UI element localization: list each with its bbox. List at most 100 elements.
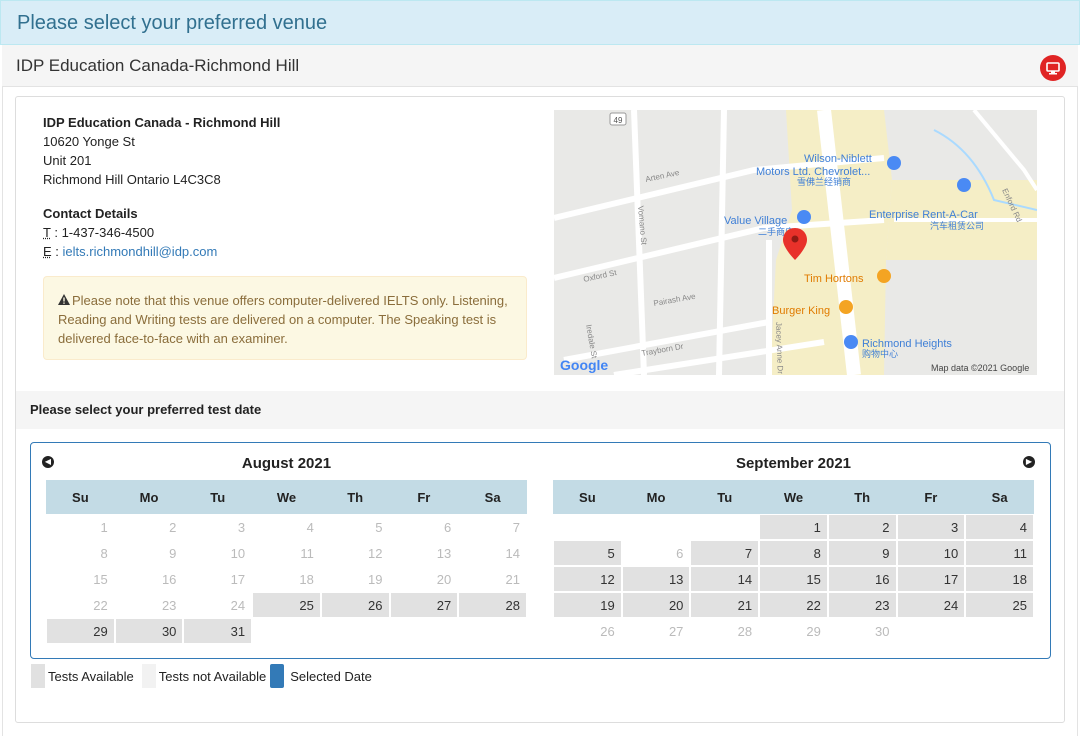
calendar-august: Su Mo Tu We Th Fr Sa 1 2 3 4 5 6 7 8 9 10 11 12 13 14 15 16 17 1…: [46, 480, 527, 644]
calendar-day-available[interactable]: 24: [896, 592, 966, 618]
legend-selected: Selected Date: [270, 664, 372, 688]
calendar-day-available[interactable]: 13: [621, 566, 691, 592]
calendar-day-available[interactable]: 5: [553, 540, 622, 566]
calendar-day-available[interactable]: 28: [458, 592, 527, 618]
calendar-day-unavailable: 9: [114, 540, 184, 566]
warning-icon: [58, 291, 72, 310]
weekday-header: Sa: [965, 480, 1034, 514]
calendar-day-available[interactable]: 31: [183, 618, 253, 644]
calendar-week-row: 26 27 28 29 30: [553, 618, 1034, 644]
weekday-header: Th: [320, 480, 390, 514]
calendar-day-available[interactable]: 25: [965, 592, 1034, 618]
calendar-day-unavailable: 23: [114, 592, 184, 618]
calendar-day-available[interactable]: 25: [252, 592, 321, 618]
map-poi-enterprise-1: Enterprise Rent-A-Car: [869, 209, 978, 221]
calendar-week-row: 12 13 14 15 16 17 18: [553, 566, 1034, 592]
calendar-empty-cell: [621, 514, 691, 540]
calendar-day-unavailable: 1: [46, 514, 115, 540]
calendar-week-row: 15 16 17 18 19 20 21: [46, 566, 527, 592]
calendar-day-available[interactable]: 10: [896, 540, 966, 566]
calendar-empty-cell: [389, 618, 459, 644]
calendar-day-available[interactable]: 2: [827, 514, 897, 540]
weekday-header: Th: [827, 480, 897, 514]
calendar-day-unavailable: 2: [114, 514, 184, 540]
calendar-day-available[interactable]: 18: [965, 566, 1034, 592]
calendar-day-available[interactable]: 30: [114, 618, 184, 644]
calendar-day-available[interactable]: 7: [690, 540, 760, 566]
month-title-september: September 2021: [735, 455, 852, 472]
calendar-week-row: 1234: [553, 514, 1034, 540]
calendar-day-available[interactable]: 17: [896, 566, 966, 592]
calendar-day-unavailable: 16: [114, 566, 184, 592]
calendar-empty-cell: [553, 514, 622, 540]
calendar-day-available[interactable]: 26: [320, 592, 390, 618]
calendar-week-row: 1234567: [46, 514, 527, 540]
legend-not-available-label: Tests not Available: [158, 668, 267, 684]
email-link[interactable]: ielts.richmondhill@idp.com: [63, 244, 218, 259]
weekday-header: Tu: [183, 480, 253, 514]
car-dealer-icon: [887, 156, 901, 170]
page-title: Please select your preferred venue: [17, 12, 328, 34]
map-street-jacey: Jacey Anne Dr: [774, 322, 785, 375]
weekday-header: Tu: [690, 480, 760, 514]
calendar-day-available[interactable]: 22: [759, 592, 828, 618]
car-rental-icon: [957, 178, 971, 192]
calendar-day-unavailable: 18: [252, 566, 321, 592]
map-poi-tim: Tim Hortons: [804, 273, 864, 285]
calendar-day-available[interactable]: 14: [690, 566, 760, 592]
calendar-week-row: 29 30 31: [46, 618, 527, 644]
map-poi-wilson-1: Wilson-Niblett: [804, 153, 872, 165]
map-poi-value-1: Value Village: [724, 215, 787, 227]
calendar-week-row: 5 6 7 8 9 10 11: [553, 540, 1034, 566]
calendar-day-available[interactable]: 3: [896, 514, 966, 540]
calendar-day-available[interactable]: 23: [827, 592, 897, 618]
calendar-day-unavailable: 12: [320, 540, 390, 566]
calendar-day-unavailable: 3: [183, 514, 253, 540]
weekday-header: We: [759, 480, 828, 514]
calendar-day-unavailable: 13: [389, 540, 459, 566]
calendar-day-available[interactable]: 9: [827, 540, 897, 566]
map-poi-heights-2: 购物中心: [862, 348, 898, 359]
calendar-day-available[interactable]: 8: [759, 540, 828, 566]
mall-icon: [844, 335, 858, 349]
calendar-week-row: 19 20 21 22 23 24 25: [553, 592, 1034, 618]
calendar-day-available[interactable]: 16: [827, 566, 897, 592]
calendar-day-available[interactable]: 11: [965, 540, 1034, 566]
date-selection-header: Please select your preferred test date: [16, 391, 1064, 429]
calendar-empty-cell: [458, 618, 527, 644]
map-poi-wilson-3: 雪佛兰经销商: [797, 176, 851, 187]
calendar-legend: Tests Available Tests not Available Sele…: [31, 664, 376, 688]
computer-delivered-notice: Please note that this venue offers compu…: [43, 276, 527, 360]
phone-prefix: T: [43, 225, 51, 240]
legend-selected-swatch: [270, 664, 285, 688]
weekday-header: We: [252, 480, 321, 514]
venue-map[interactable]: 49 Arten Ave Vomano St Oxford St Pairash…: [554, 110, 1037, 375]
legend-available-label: Tests Available: [48, 668, 134, 684]
calendar-day-unavailable: 20: [389, 566, 459, 592]
contact-header: Contact Details: [43, 206, 138, 221]
date-selection-label: Please select your preferred test date: [30, 402, 262, 417]
weekday-header: Su: [46, 480, 115, 514]
monitor-icon[interactable]: [1040, 55, 1066, 81]
map-credit: Map data ©2021 Google: [931, 363, 1029, 373]
calendar-day-available[interactable]: 29: [46, 618, 115, 644]
calendar-day-available[interactable]: 20: [621, 592, 691, 618]
calendar-day-unavailable: 6: [389, 514, 459, 540]
calendar-empty-cell: [252, 618, 321, 644]
calendar-day-available[interactable]: 12: [553, 566, 622, 592]
venue-bar[interactable]: IDP Education Canada-Richmond Hill: [2, 45, 1078, 87]
venue-name: IDP Education Canada-Richmond Hill: [16, 56, 300, 75]
email-prefix: E: [43, 244, 52, 259]
weekday-header: Mo: [114, 480, 184, 514]
calendar-day-available[interactable]: 19: [553, 592, 622, 618]
page-header: Please select your preferred venue: [0, 0, 1080, 45]
address-line-2: Unit 201: [43, 153, 92, 168]
calendar-day-available[interactable]: 27: [389, 592, 459, 618]
calendar-day-available[interactable]: 4: [965, 514, 1034, 540]
calendar-empty-cell: [690, 514, 760, 540]
calendar-day-unavailable: 26: [553, 618, 622, 644]
calendar-day-available[interactable]: 1: [759, 514, 828, 540]
notice-text: Please note that this venue offers compu…: [58, 293, 508, 346]
calendar-day-available[interactable]: 15: [759, 566, 828, 592]
calendar-day-available[interactable]: 21: [690, 592, 760, 618]
